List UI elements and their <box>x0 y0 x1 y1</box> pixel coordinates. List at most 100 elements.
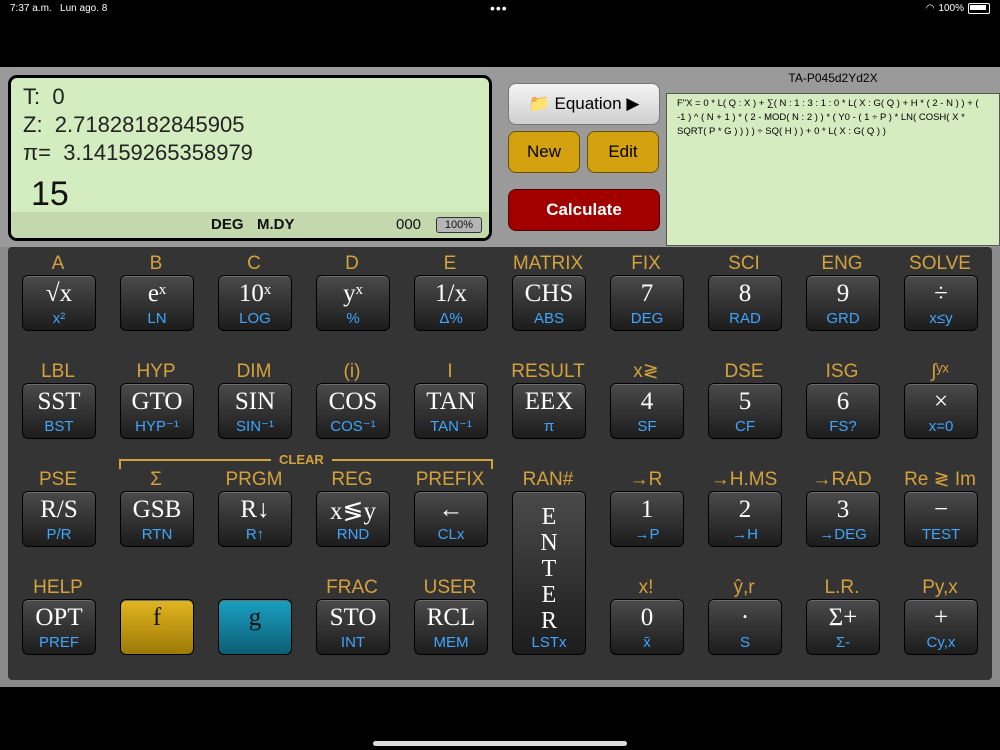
key-cap[interactable]: SST BST <box>22 383 96 439</box>
key-√x[interactable]: A √x x² <box>22 253 96 331</box>
key-RCL[interactable]: USER RCL MEM <box>414 577 488 655</box>
key-cap[interactable]: 1 →P <box>610 491 684 547</box>
key-EEX[interactable]: RESULT EEX π <box>511 361 586 439</box>
home-indicator[interactable] <box>373 741 627 746</box>
key-GTO[interactable]: HYP GTO HYP⁻¹ <box>120 361 194 439</box>
key-cap[interactable]: GSB RTN <box>120 491 194 547</box>
key-·[interactable]: ŷ,r · S <box>708 577 782 655</box>
f-label: DSE <box>724 361 764 382</box>
key-0[interactable]: x! 0 x̄ <box>610 577 684 655</box>
key-cap[interactable]: 4 SF <box>610 383 684 439</box>
key-cap[interactable]: ÷ x≤y <box>904 275 978 331</box>
main-label: GSB <box>132 496 182 523</box>
key-−[interactable]: Re ≷ Im − TEST <box>904 469 978 547</box>
key-SIN[interactable]: DIM SIN SIN⁻¹ <box>218 361 292 439</box>
g-label: GRD <box>826 310 860 327</box>
key-2[interactable]: →H.MS 2 →H <box>708 469 782 547</box>
key-cap[interactable]: 6 FS? <box>806 383 880 439</box>
key-1/x[interactable]: E 1/x Δ% <box>414 253 488 331</box>
key-cap[interactable]: 7 DEG <box>610 275 684 331</box>
key-cap[interactable]: 3 →DEG <box>806 491 880 547</box>
equation-button[interactable]: 📁 Equation ▶ <box>508 83 660 125</box>
key-cap[interactable]: f <box>120 599 194 655</box>
key-g[interactable]: g <box>218 577 292 655</box>
key-R/S[interactable]: PSE R/S P/R <box>22 469 96 547</box>
key-cap[interactable]: x≶y RND <box>316 491 390 547</box>
main-label: 3 <box>836 496 850 523</box>
key-OPT[interactable]: HELP OPT PREF <box>22 577 96 655</box>
key-cap[interactable]: + Cy,x <box>904 599 978 655</box>
key-9[interactable]: ENG 9 GRD <box>806 253 880 331</box>
f-label: I <box>447 361 453 382</box>
program-text[interactable]: F"X = 0 * L( Q : X ) + ∑( N : 1 : 3 : 1 … <box>666 93 1000 246</box>
key-cap[interactable]: 8 RAD <box>708 275 782 331</box>
key-cap[interactable]: eˣ LN <box>120 275 194 331</box>
key-4[interactable]: x≷ 4 SF <box>610 361 684 439</box>
key-cap[interactable]: OPT PREF <box>22 599 96 655</box>
key-6[interactable]: ISG 6 FS? <box>806 361 880 439</box>
key-GSB[interactable]: Σ GSB RTN <box>120 469 194 547</box>
key-8[interactable]: SCI 8 RAD <box>708 253 782 331</box>
key-×[interactable]: ∫ʸˣ × x=0 <box>904 361 978 439</box>
key-10ˣ[interactable]: C 10ˣ LOG <box>218 253 292 331</box>
key-cap[interactable]: √x x² <box>22 275 96 331</box>
g-label: x² <box>52 310 66 327</box>
key-1[interactable]: →R 1 →P <box>610 469 684 547</box>
key-cap[interactable]: E N T E R LSTx <box>512 491 586 655</box>
key-cap[interactable]: yˣ% <box>316 275 390 331</box>
key-←[interactable]: PREFIX ← CLx <box>414 469 488 547</box>
f-label: RESULT <box>511 361 585 382</box>
calculate-button[interactable]: Calculate <box>508 189 660 231</box>
key-ENTER[interactable]: RAN# E N T E R LSTx <box>512 469 586 655</box>
key-eˣ[interactable]: Beˣ LN <box>120 253 194 331</box>
new-button[interactable]: New <box>508 131 580 173</box>
key-SST[interactable]: LBL SST BST <box>22 361 96 439</box>
key-cap[interactable]: 5 CF <box>708 383 782 439</box>
lcd-battery: 100% <box>436 217 482 233</box>
main-label: COS <box>328 388 378 415</box>
key-f[interactable]: f <box>120 577 194 655</box>
key-3[interactable]: →RAD 3 →DEG <box>806 469 880 547</box>
key-cap[interactable]: 2 →H <box>708 491 782 547</box>
main-label: CHS <box>524 280 574 307</box>
key-cap[interactable]: SIN SIN⁻¹ <box>218 383 292 439</box>
key-cap[interactable]: − TEST <box>904 491 978 547</box>
key-+[interactable]: Py,x + Cy,x <box>904 577 978 655</box>
key-Σ+[interactable]: L.R. Σ+ Σ- <box>806 577 880 655</box>
f-label: Re ≷ Im <box>904 469 976 490</box>
key-cap[interactable]: EEX π <box>512 383 586 439</box>
key-STO[interactable]: FRAC STO INT <box>316 577 390 655</box>
main-label: STO <box>329 604 377 631</box>
key-cap[interactable]: 1/x Δ% <box>414 275 488 331</box>
edit-button[interactable]: Edit <box>587 131 659 173</box>
key-cap[interactable]: GTO HYP⁻¹ <box>120 383 194 439</box>
key-cap[interactable]: RCL MEM <box>414 599 488 655</box>
key-cap[interactable]: Σ+ Σ- <box>806 599 880 655</box>
key-cap[interactable]: R/S P/R <box>22 491 96 547</box>
g-label: x=0 <box>928 418 954 435</box>
key-CHS[interactable]: MATRIX CHS ABS <box>512 253 586 331</box>
key-7[interactable]: FIX 7 DEG <box>610 253 684 331</box>
key-÷[interactable]: SOLVE ÷ x≤y <box>904 253 978 331</box>
key-5[interactable]: DSE 5 CF <box>708 361 782 439</box>
key-cap[interactable]: 0 x̄ <box>610 599 684 655</box>
main-label: 6 <box>836 388 850 415</box>
key-COS[interactable]: (i) COS COS⁻¹ <box>316 361 390 439</box>
key-cap[interactable]: g <box>218 599 292 655</box>
key-cap[interactable]: 10ˣ LOG <box>218 275 292 331</box>
key-yˣ[interactable]: Dyˣ% <box>316 253 390 331</box>
key-cap[interactable]: 9 GRD <box>806 275 880 331</box>
key-cap[interactable]: TAN TAN⁻¹ <box>414 383 488 439</box>
key-cap[interactable]: × x=0 <box>904 383 978 439</box>
key-cap[interactable]: STO INT <box>316 599 390 655</box>
key-x≶y[interactable]: REG x≶y RND <box>316 469 390 547</box>
key-TAN[interactable]: I TAN TAN⁻¹ <box>414 361 488 439</box>
multitask-dots[interactable]: ••• <box>490 0 508 16</box>
key-cap[interactable]: ← CLx <box>414 491 488 547</box>
key-cap[interactable]: COS COS⁻¹ <box>316 383 390 439</box>
key-cap[interactable]: · S <box>708 599 782 655</box>
pi-register: π= 3.14159265358979 <box>23 140 253 165</box>
key-cap[interactable]: R↓ R↑ <box>218 491 292 547</box>
key-cap[interactable]: CHS ABS <box>512 275 586 331</box>
key-R↓[interactable]: PRGM R↓ R↑ <box>218 469 292 547</box>
